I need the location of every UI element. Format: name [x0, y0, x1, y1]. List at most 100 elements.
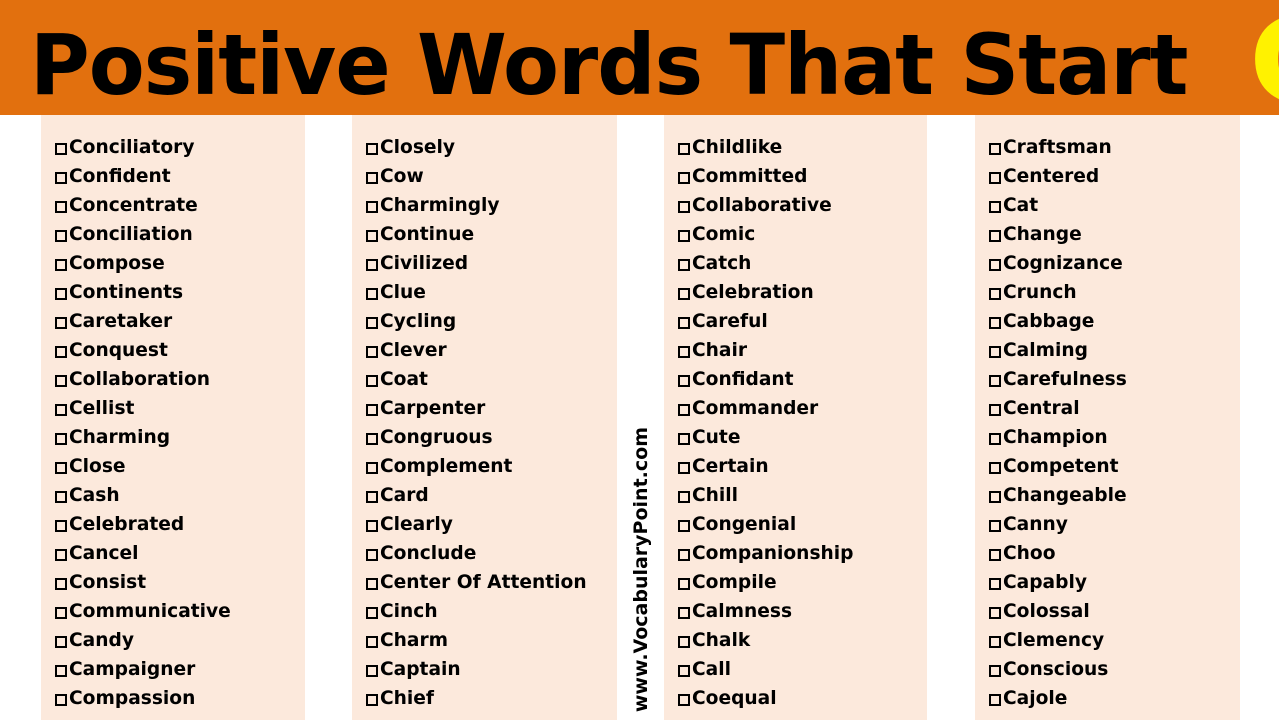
- empty-checkbox-icon[interactable]: [55, 635, 67, 648]
- word-list-item[interactable]: Compose: [55, 249, 305, 278]
- empty-checkbox-icon[interactable]: [366, 258, 378, 271]
- empty-checkbox-icon[interactable]: [989, 258, 1001, 271]
- word-list-item[interactable]: Champion: [989, 423, 1240, 452]
- word-list-item[interactable]: Calming: [989, 336, 1240, 365]
- empty-checkbox-icon[interactable]: [55, 142, 67, 155]
- empty-checkbox-icon[interactable]: [366, 171, 378, 184]
- word-list-item[interactable]: Cute: [678, 423, 927, 452]
- word-list-item[interactable]: Conciliation: [55, 220, 305, 249]
- empty-checkbox-icon[interactable]: [989, 403, 1001, 416]
- empty-checkbox-icon[interactable]: [55, 229, 67, 242]
- word-list-item[interactable]: Charming: [55, 423, 305, 452]
- empty-checkbox-icon[interactable]: [366, 693, 378, 706]
- empty-checkbox-icon[interactable]: [678, 171, 690, 184]
- word-list-item[interactable]: Captain: [366, 655, 617, 684]
- word-list-item[interactable]: Conquest: [55, 336, 305, 365]
- word-list-item[interactable]: Cancel: [55, 539, 305, 568]
- empty-checkbox-icon[interactable]: [989, 200, 1001, 213]
- word-list-item[interactable]: Cow: [366, 162, 617, 191]
- empty-checkbox-icon[interactable]: [366, 519, 378, 532]
- word-list-item[interactable]: Collaboration: [55, 365, 305, 394]
- empty-checkbox-icon[interactable]: [989, 519, 1001, 532]
- word-list-item[interactable]: Cognizance: [989, 249, 1240, 278]
- empty-checkbox-icon[interactable]: [678, 577, 690, 590]
- empty-checkbox-icon[interactable]: [989, 229, 1001, 242]
- empty-checkbox-icon[interactable]: [55, 519, 67, 532]
- empty-checkbox-icon[interactable]: [366, 403, 378, 416]
- word-list-item[interactable]: Cinch: [366, 597, 617, 626]
- word-list-item[interactable]: Companionship: [678, 539, 927, 568]
- empty-checkbox-icon[interactable]: [678, 548, 690, 561]
- empty-checkbox-icon[interactable]: [366, 635, 378, 648]
- empty-checkbox-icon[interactable]: [678, 403, 690, 416]
- empty-checkbox-icon[interactable]: [55, 345, 67, 358]
- word-list-item[interactable]: Central: [989, 394, 1240, 423]
- word-list-item[interactable]: Certain: [678, 452, 927, 481]
- empty-checkbox-icon[interactable]: [989, 374, 1001, 387]
- empty-checkbox-icon[interactable]: [55, 606, 67, 619]
- empty-checkbox-icon[interactable]: [366, 345, 378, 358]
- word-list-item[interactable]: Compassion: [55, 684, 305, 713]
- empty-checkbox-icon[interactable]: [366, 548, 378, 561]
- empty-checkbox-icon[interactable]: [989, 142, 1001, 155]
- empty-checkbox-icon[interactable]: [55, 287, 67, 300]
- word-list-item[interactable]: Catch: [678, 249, 927, 278]
- word-list-item[interactable]: Change: [989, 220, 1240, 249]
- word-list-item[interactable]: Cajole: [989, 684, 1240, 713]
- word-list-item[interactable]: Chalk: [678, 626, 927, 655]
- empty-checkbox-icon[interactable]: [678, 606, 690, 619]
- empty-checkbox-icon[interactable]: [989, 664, 1001, 677]
- word-list-item[interactable]: Closely: [366, 133, 617, 162]
- empty-checkbox-icon[interactable]: [678, 229, 690, 242]
- word-list-item[interactable]: Competent: [989, 452, 1240, 481]
- empty-checkbox-icon[interactable]: [989, 316, 1001, 329]
- empty-checkbox-icon[interactable]: [678, 490, 690, 503]
- word-list-item[interactable]: Continents: [55, 278, 305, 307]
- word-list-item[interactable]: Consist: [55, 568, 305, 597]
- empty-checkbox-icon[interactable]: [55, 403, 67, 416]
- word-list-item[interactable]: Centered: [989, 162, 1240, 191]
- word-list-item[interactable]: Charm: [366, 626, 617, 655]
- word-list-item[interactable]: Coat: [366, 365, 617, 394]
- word-list-item[interactable]: Confidant: [678, 365, 927, 394]
- empty-checkbox-icon[interactable]: [55, 693, 67, 706]
- word-list-item[interactable]: Campaigner: [55, 655, 305, 684]
- word-list-item[interactable]: Communicative: [55, 597, 305, 626]
- word-list-item[interactable]: Canny: [989, 510, 1240, 539]
- word-list-item[interactable]: Cellist: [55, 394, 305, 423]
- empty-checkbox-icon[interactable]: [55, 432, 67, 445]
- word-list-item[interactable]: Crunch: [989, 278, 1240, 307]
- empty-checkbox-icon[interactable]: [55, 548, 67, 561]
- word-list-item[interactable]: Conciliatory: [55, 133, 305, 162]
- word-list-item[interactable]: Call: [678, 655, 927, 684]
- empty-checkbox-icon[interactable]: [366, 606, 378, 619]
- word-list-item[interactable]: Civilized: [366, 249, 617, 278]
- empty-checkbox-icon[interactable]: [678, 461, 690, 474]
- empty-checkbox-icon[interactable]: [366, 316, 378, 329]
- empty-checkbox-icon[interactable]: [678, 664, 690, 677]
- empty-checkbox-icon[interactable]: [366, 142, 378, 155]
- word-list-item[interactable]: Close: [55, 452, 305, 481]
- empty-checkbox-icon[interactable]: [55, 490, 67, 503]
- word-list-item[interactable]: Caretaker: [55, 307, 305, 336]
- empty-checkbox-icon[interactable]: [989, 287, 1001, 300]
- word-list-item[interactable]: Colossal: [989, 597, 1240, 626]
- word-list-item[interactable]: Cash: [55, 481, 305, 510]
- word-list-item[interactable]: Conclude: [366, 539, 617, 568]
- word-list-item[interactable]: Coequal: [678, 684, 927, 713]
- word-list-item[interactable]: Card: [366, 481, 617, 510]
- empty-checkbox-icon[interactable]: [678, 142, 690, 155]
- empty-checkbox-icon[interactable]: [989, 490, 1001, 503]
- empty-checkbox-icon[interactable]: [55, 374, 67, 387]
- word-list-item[interactable]: Charmingly: [366, 191, 617, 220]
- empty-checkbox-icon[interactable]: [678, 693, 690, 706]
- word-list-item[interactable]: Compile: [678, 568, 927, 597]
- empty-checkbox-icon[interactable]: [989, 432, 1001, 445]
- word-list-item[interactable]: Committed: [678, 162, 927, 191]
- word-list-item[interactable]: Carpenter: [366, 394, 617, 423]
- word-list-item[interactable]: Chief: [366, 684, 617, 713]
- word-list-item[interactable]: Changeable: [989, 481, 1240, 510]
- empty-checkbox-icon[interactable]: [678, 374, 690, 387]
- empty-checkbox-icon[interactable]: [678, 316, 690, 329]
- empty-checkbox-icon[interactable]: [989, 577, 1001, 590]
